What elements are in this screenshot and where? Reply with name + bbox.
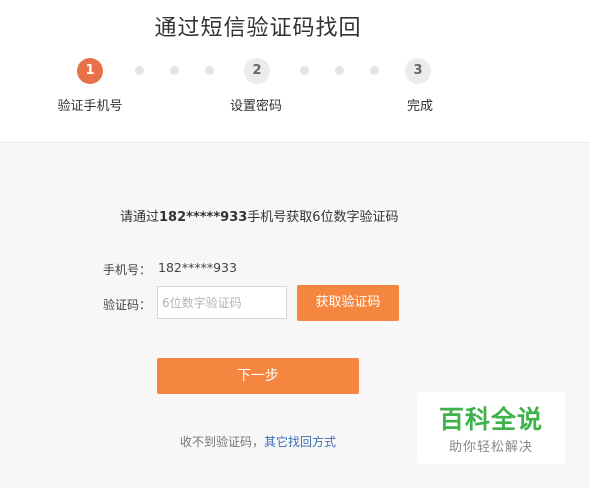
watermark-subtitle: 助你轻松解决 [448,440,533,455]
step-progress-dot [170,66,179,75]
other-methods-link[interactable]: 其它找回方式 [264,435,336,449]
instruction-prefix: 请通过 [120,210,160,225]
no-code-text: 收不到验证码， [180,435,265,449]
step-2-label: 设置密码 [229,99,282,114]
watermark-title: 百科全说 [438,405,543,434]
step-1-label: 验证手机号 [57,99,123,114]
verification-code-input[interactable] [157,286,287,319]
step-progress-dot [370,66,379,75]
page-title: 通过短信验证码找回 [154,16,362,41]
step-progress-dot [300,66,309,75]
step-progress-dot [205,66,214,75]
next-step-button[interactable]: 下一步 [157,358,359,394]
phone-label: 手机号： [103,263,152,277]
watermark-logo: 百科全说 助你轻松解决 [417,392,565,464]
step-3-label: 完成 [406,99,433,114]
header-section: 通过短信验证码找回 1 2 3 验证手机号 设置密码 完成 [0,0,590,143]
phone-value: 182*****933 [158,260,237,275]
instruction-text: 请通过182*****933手机号获取6位数字验证码 [120,206,399,225]
step-2-circle: 2 [244,58,270,84]
code-label: 验证码： [103,298,152,312]
step-progress-dot [135,66,144,75]
footer-help: 收不到验证码，其它找回方式 [180,433,336,450]
step-1-circle: 1 [77,58,103,84]
get-code-button[interactable]: 获取验证码 [297,285,399,321]
step-3-circle: 3 [405,58,431,84]
step-progress-dot [335,66,344,75]
instruction-phone: 182*****933 [159,210,248,225]
instruction-suffix: 手机号获取6位数字验证码 [247,210,399,225]
